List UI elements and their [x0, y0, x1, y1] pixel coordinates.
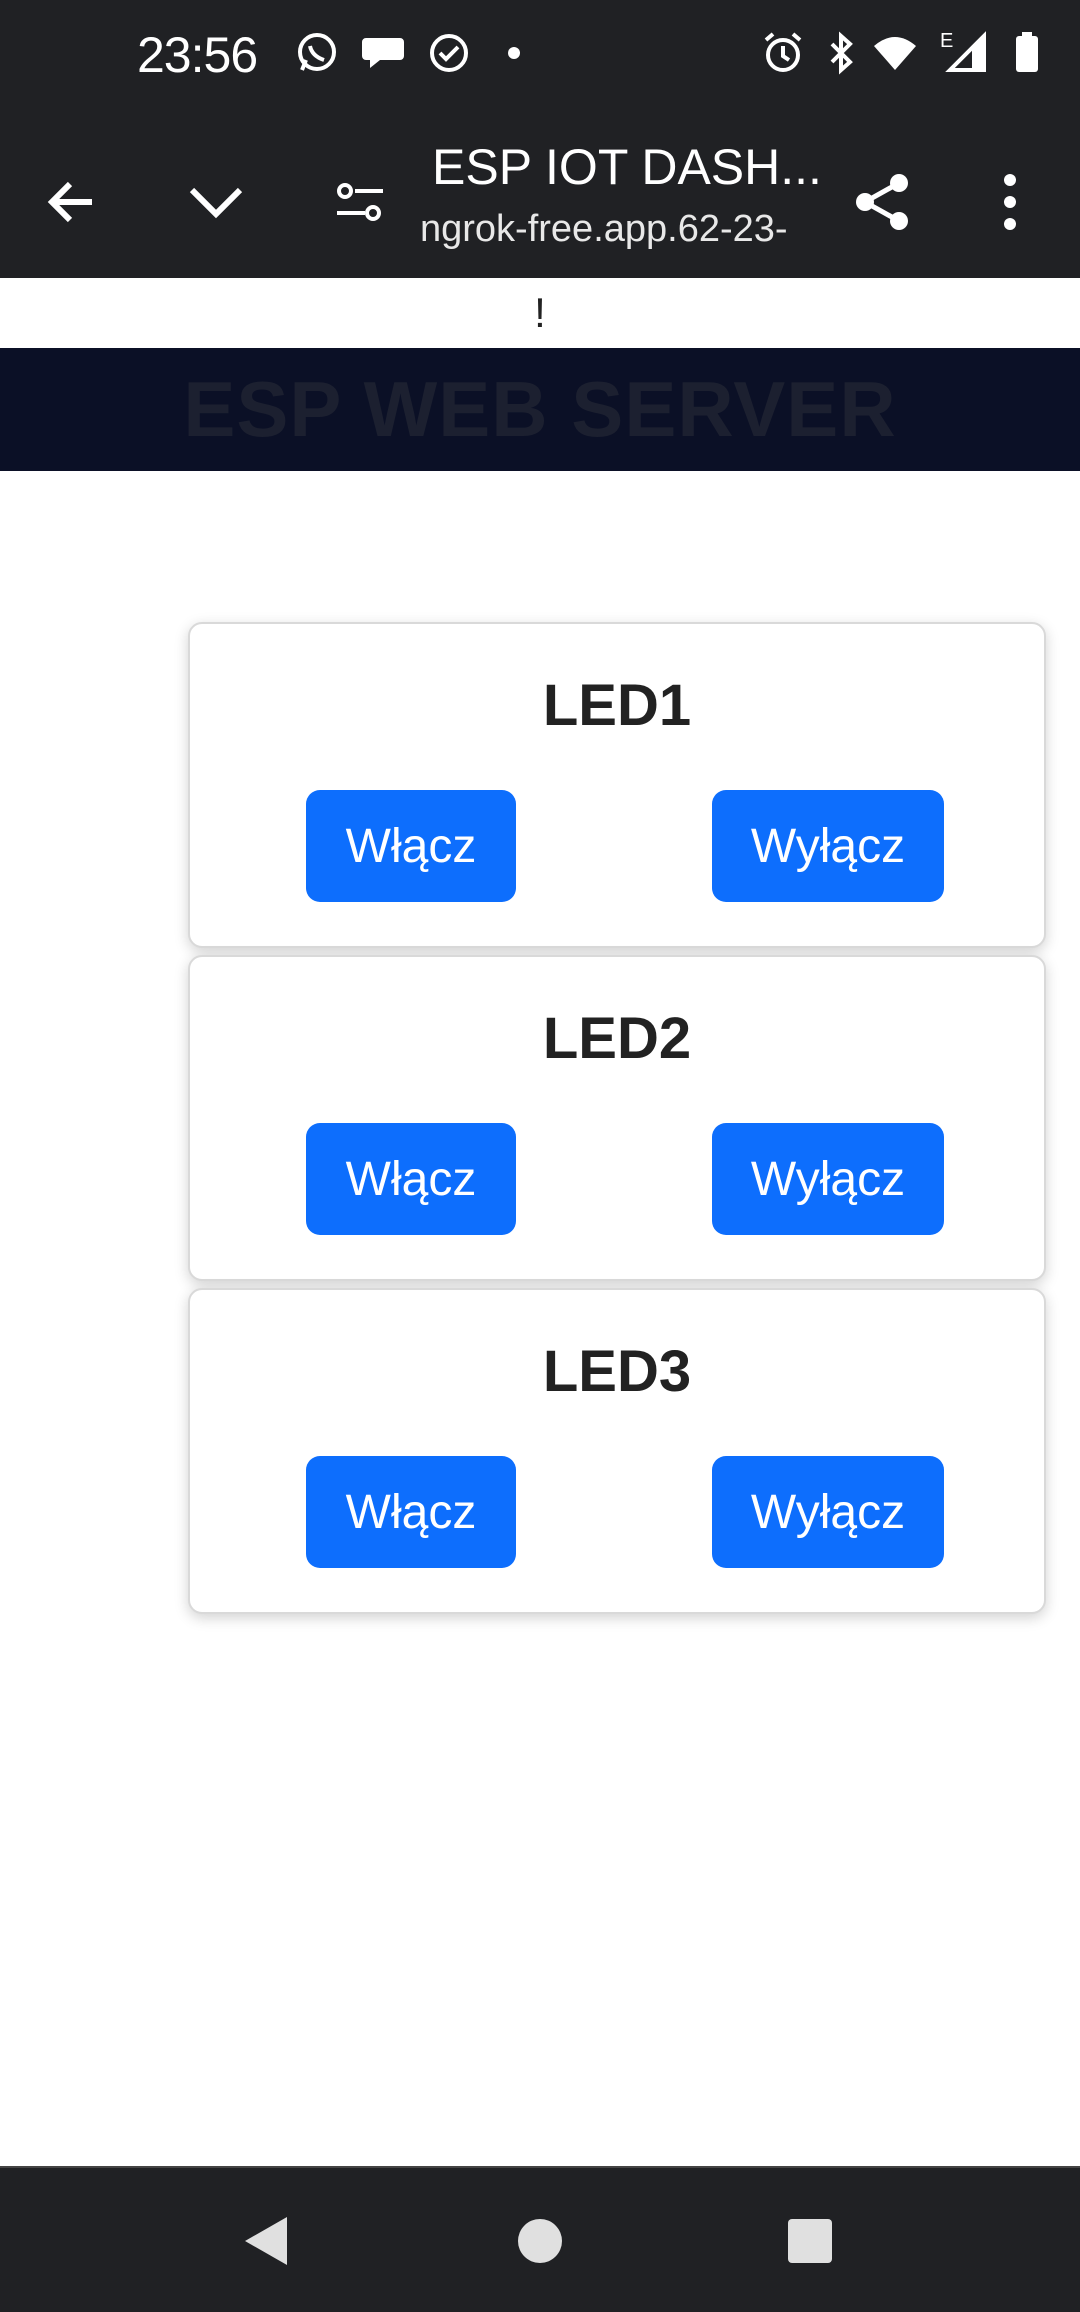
led-card: LED1 Włącz Wyłącz [188, 622, 1046, 948]
share-button[interactable] [842, 162, 922, 242]
wifi-icon [874, 37, 916, 70]
led-card: LED3 Włącz Wyłącz [188, 1288, 1046, 1614]
chat-bubble-icon [362, 38, 404, 68]
more-options-button[interactable] [970, 162, 1050, 242]
site-settings-button[interactable] [320, 162, 400, 242]
led2-off-button[interactable]: Wyłącz [712, 1123, 944, 1235]
led1-on-button[interactable]: Włącz [306, 790, 516, 902]
bluetooth-icon [830, 31, 853, 75]
arrow-left-icon [47, 181, 92, 223]
share-icon [856, 174, 908, 230]
nav-back-button[interactable] [232, 2206, 302, 2276]
alarm-icon [764, 32, 802, 72]
nav-recents-button[interactable] [775, 2206, 845, 2276]
led3-on-button[interactable]: Włącz [306, 1456, 516, 1568]
back-button[interactable] [32, 162, 112, 242]
led1-off-button[interactable]: Wyłącz [712, 790, 944, 902]
circle-home-icon [518, 2219, 562, 2263]
tune-icon [337, 183, 383, 221]
dot-icon [508, 47, 520, 59]
browser-toolbar: ESP IOT DASH... -62-23.ngrok-free.app [0, 110, 1080, 278]
more-vert-icon [1004, 174, 1016, 230]
battery-icon [1016, 32, 1038, 72]
triangle-back-icon [245, 2217, 287, 2265]
chevron-down-icon [189, 187, 243, 219]
led-title: LED2 [542, 1006, 692, 1071]
led-card: LED2 Włącz Wyłącz [188, 955, 1046, 1281]
page-url[interactable]: -62-23.ngrok-free.app [420, 208, 820, 251]
whatsapp-icon [298, 33, 336, 71]
check-circle-icon [430, 34, 468, 72]
status-bar: 23:56 E [0, 0, 1080, 110]
square-recents-icon [788, 2219, 832, 2263]
led3-off-button[interactable]: Wyłącz [712, 1456, 944, 1568]
page-title[interactable]: ESP IOT DASH... [432, 138, 832, 196]
header-title: ESP WEB SERVER [183, 365, 897, 453]
led-title: LED1 [542, 673, 692, 738]
nav-home-button[interactable] [505, 2206, 575, 2276]
led-title: LED3 [542, 1339, 692, 1404]
signal-edge-icon [945, 31, 986, 72]
status-time: 23:56 [137, 27, 258, 83]
notice-text: ! [0, 278, 1080, 348]
page-header: ESP WEB SERVER [0, 348, 1080, 471]
system-nav-bar [0, 2166, 1080, 2312]
collapse-button[interactable] [176, 162, 256, 242]
led2-on-button[interactable]: Włącz [306, 1123, 516, 1235]
